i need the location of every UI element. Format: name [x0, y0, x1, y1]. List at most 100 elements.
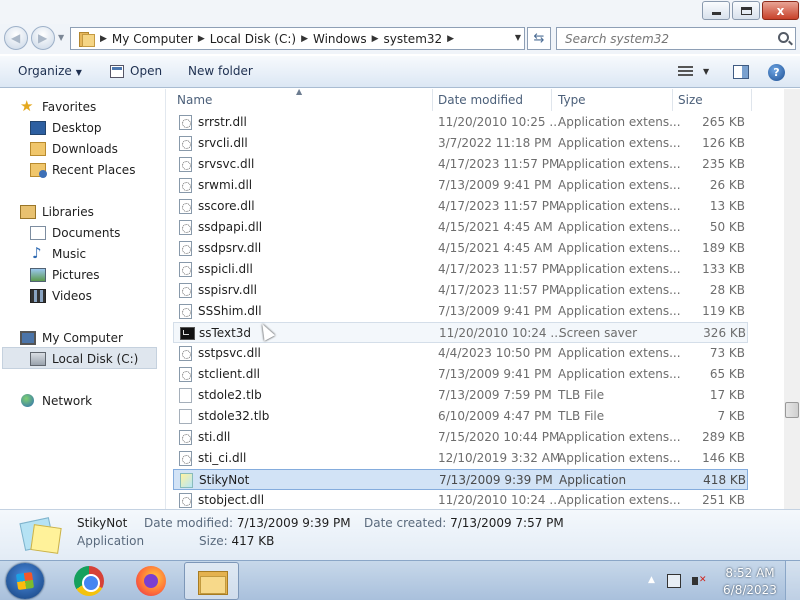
detail-size: Size: 417 KB: [199, 534, 274, 548]
chevron-right-icon[interactable]: ▶: [372, 34, 379, 44]
taskbar-chrome[interactable]: [65, 562, 113, 600]
scrollbar-thumb[interactable]: [785, 402, 799, 418]
network-icon: [20, 394, 36, 408]
search-input[interactable]: [565, 32, 765, 46]
file-row[interactable]: StikyNot 7/13/2009 9:39 PM Application 418 …: [173, 469, 748, 490]
chevron-right-icon[interactable]: ▶: [198, 34, 205, 44]
file-row[interactable]: stclient.dll 7/13/2009 9:41 PM Application…: [173, 364, 748, 385]
nav-recent-places[interactable]: Recent Places: [30, 160, 135, 180]
search-icon[interactable]: [778, 32, 789, 43]
nav-network[interactable]: Network: [20, 391, 92, 411]
volume-muted-icon[interactable]: [692, 574, 707, 588]
new-folder-button[interactable]: New folder: [188, 64, 253, 78]
nav-my-computer[interactable]: My Computer: [20, 328, 123, 348]
nav-desktop[interactable]: Desktop: [30, 118, 102, 138]
file-row[interactable]: srvsvc.dll 4/17/2023 11:57 PM Application …: [173, 154, 748, 175]
column-name[interactable]: Name: [177, 93, 212, 107]
recent-places-icon: [30, 163, 47, 178]
nav-downloads-label: Downloads: [52, 142, 118, 156]
recent-pages-dropdown-icon[interactable]: ▼: [58, 33, 64, 42]
file-row[interactable]: sspicli.dll 4/17/2023 11:57 PM Application…: [173, 259, 748, 280]
sticky-notes-icon: [22, 516, 60, 552]
column-type[interactable]: Type: [558, 93, 586, 107]
file-row[interactable]: sspisrv.dll 4/17/2023 11:57 PM Application…: [173, 280, 748, 301]
file-row[interactable]: sstpsvc.dll 4/4/2023 10:50 PM Application …: [173, 343, 748, 364]
nav-libraries[interactable]: Libraries: [20, 202, 94, 222]
start-button[interactable]: [6, 563, 44, 599]
help-icon[interactable]: ?: [768, 64, 785, 81]
column-divider[interactable]: [672, 89, 673, 111]
address-dropdown-icon[interactable]: ▼: [515, 33, 521, 42]
breadcrumb-local-disk[interactable]: Local Disk (C:): [210, 32, 296, 46]
breadcrumb-my-computer[interactable]: My Computer: [112, 32, 193, 46]
nav-local-disk[interactable]: Local Disk (C:): [30, 349, 138, 369]
file-row[interactable]: ssdpapi.dll 4/15/2021 4:45 AM Application …: [173, 217, 748, 238]
view-options-dropdown-icon[interactable]: ▼: [703, 67, 709, 76]
taskbar-windows-explorer[interactable]: [184, 562, 239, 600]
file-size: 7 KB: [717, 409, 745, 423]
file-type: Application: [559, 473, 627, 487]
show-desktop-button[interactable]: [785, 561, 800, 600]
column-size[interactable]: Size: [678, 93, 703, 107]
network-status-icon[interactable]: [667, 574, 681, 588]
file-date-modified: 11/20/2010 10:25 ...: [438, 115, 561, 129]
nav-pictures[interactable]: Pictures: [30, 265, 100, 285]
open-button[interactable]: Open: [110, 64, 162, 78]
file-row[interactable]: srvcli.dll 3/7/2022 11:18 PM Application e…: [173, 133, 748, 154]
column-date-modified[interactable]: Date modified: [438, 93, 523, 107]
file-row[interactable]: sti_ci.dll 12/10/2019 3:32 AM Application …: [173, 448, 748, 469]
nav-music[interactable]: Music: [30, 244, 86, 264]
documents-icon: [30, 226, 46, 240]
chevron-right-icon[interactable]: ▶: [100, 34, 107, 44]
column-divider[interactable]: [751, 89, 752, 111]
minimize-button[interactable]: [702, 1, 730, 20]
organize-button[interactable]: Organize ▼: [18, 64, 82, 78]
file-row[interactable]: srwmi.dll 7/13/2009 9:41 PM Application ex…: [173, 175, 748, 196]
address-bar[interactable]: ▶ My Computer ▶ Local Disk (C:) ▶ Window…: [70, 27, 525, 50]
breadcrumb-system32[interactable]: system32: [384, 32, 443, 46]
nav-videos[interactable]: Videos: [30, 286, 92, 306]
file-list: ▲ Name Date modified Type Size srrstr.dl…: [170, 89, 784, 509]
file-row[interactable]: stobject.dll 11/20/2010 10:24 ... Applicat…: [173, 490, 748, 509]
file-row[interactable]: sscore.dll 4/17/2023 11:57 PM Application …: [173, 196, 748, 217]
show-hidden-icons-icon[interactable]: ▲: [648, 575, 655, 585]
chevron-right-icon[interactable]: ▶: [301, 34, 308, 44]
forward-button[interactable]: ▶: [31, 26, 55, 50]
breadcrumb-windows[interactable]: Windows: [313, 32, 367, 46]
maximize-button[interactable]: [732, 1, 760, 20]
file-name: stdole32.tlb: [198, 409, 270, 423]
search-box[interactable]: [556, 27, 796, 50]
dll-file-icon: [179, 367, 192, 382]
file-name: stobject.dll: [198, 493, 265, 507]
preview-pane-icon[interactable]: [733, 65, 749, 79]
file-row[interactable]: ssdpsrv.dll 4/15/2021 4:45 AM Application …: [173, 238, 748, 259]
file-row[interactable]: stdole2.tlb 7/13/2009 7:59 PM TLB File 17 K…: [173, 385, 748, 406]
size-value: 417 KB: [231, 534, 275, 548]
detail-file-name: StikyNot: [77, 516, 128, 530]
close-button[interactable]: x: [762, 1, 799, 20]
file-date-modified: 7/13/2009 9:41 PM: [438, 178, 552, 192]
file-date-modified: 4/4/2023 10:50 PM: [438, 346, 552, 360]
nav-documents[interactable]: Documents: [30, 223, 120, 243]
nav-favorites[interactable]: Favorites: [20, 97, 96, 117]
nav-downloads[interactable]: Downloads: [30, 139, 118, 159]
dll-file-icon: [179, 199, 192, 214]
file-row[interactable]: srrstr.dll 11/20/2010 10:25 ... Applicatio…: [173, 112, 748, 133]
file-row[interactable]: SSShim.dll 7/13/2009 9:41 PM Application e…: [173, 301, 748, 322]
file-row[interactable]: sti.dll 7/15/2020 10:44 PM Application ext…: [173, 427, 748, 448]
vertical-scrollbar[interactable]: [784, 89, 800, 509]
file-row[interactable]: stdole32.tlb 6/10/2009 4:47 PM TLB File 7 K…: [173, 406, 748, 427]
column-divider[interactable]: [551, 89, 552, 111]
hard-disk-icon: [30, 352, 46, 366]
column-divider[interactable]: [432, 89, 433, 111]
system-clock[interactable]: 8:52 AM 6/8/2023: [720, 565, 780, 599]
date-created-label: Date created:: [364, 516, 447, 530]
back-button[interactable]: ◀: [4, 26, 28, 50]
taskbar: ▲ 8:52 AM 6/8/2023: [0, 560, 800, 600]
taskbar-firefox[interactable]: [127, 562, 175, 600]
change-view-icon[interactable]: [678, 66, 693, 77]
refresh-button[interactable]: ⇆: [527, 27, 551, 50]
file-size: 133 KB: [702, 262, 745, 276]
chevron-right-icon[interactable]: ▶: [447, 34, 454, 44]
file-date-modified: 4/17/2023 11:57 PM: [438, 262, 560, 276]
